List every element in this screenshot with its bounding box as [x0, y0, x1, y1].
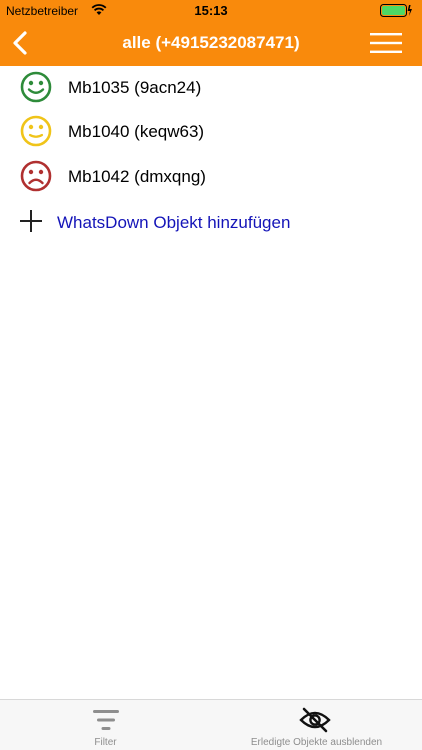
status-bar: Netzbetreiber 15:13 — [0, 0, 422, 22]
eye-slash-icon — [299, 707, 331, 733]
sad-face-icon — [20, 160, 52, 192]
list-item[interactable]: Mb1040 (keqw63) — [0, 110, 422, 154]
tab-filter-label: Filter — [94, 737, 117, 748]
list-item-label: Mb1040 (keqw63) — [68, 122, 205, 141]
add-object-button[interactable]: WhatsDown Objekt hinzufügen — [0, 200, 422, 244]
back-chevron-icon[interactable] — [10, 30, 32, 56]
hamburger-menu-icon[interactable] — [370, 33, 402, 53]
tab-filter[interactable]: Filter — [0, 700, 211, 750]
filter-icon — [93, 710, 119, 730]
tab-hide-completed[interactable]: Erledigte Objekte ausblenden — [211, 700, 422, 750]
battery-icon — [380, 4, 412, 17]
tab-bar: Filter Erledigte Objekte ausblenden — [0, 699, 422, 750]
happy-face-icon — [20, 71, 52, 103]
status-time: 15:13 — [194, 3, 228, 18]
tab-hide-completed-label: Erledigte Objekte ausblenden — [250, 737, 383, 748]
add-object-label: WhatsDown Objekt hinzufügen — [57, 213, 291, 232]
list-item[interactable]: Mb1042 (dmxqng) — [0, 155, 422, 199]
list-item[interactable]: Mb1035 (9acn24) — [0, 66, 422, 110]
neutral-face-icon — [20, 115, 52, 147]
navigation-bar: alle (+4915232087471) — [0, 22, 422, 66]
plus-icon — [20, 210, 42, 232]
list-item-label: Mb1042 (dmxqng) — [68, 167, 206, 186]
page-title: alle (+4915232087471) — [122, 33, 300, 52]
app-header: Netzbetreiber 15:13 alle (+4915232087471… — [0, 0, 422, 66]
list-item-label: Mb1035 (9acn24) — [68, 78, 202, 97]
